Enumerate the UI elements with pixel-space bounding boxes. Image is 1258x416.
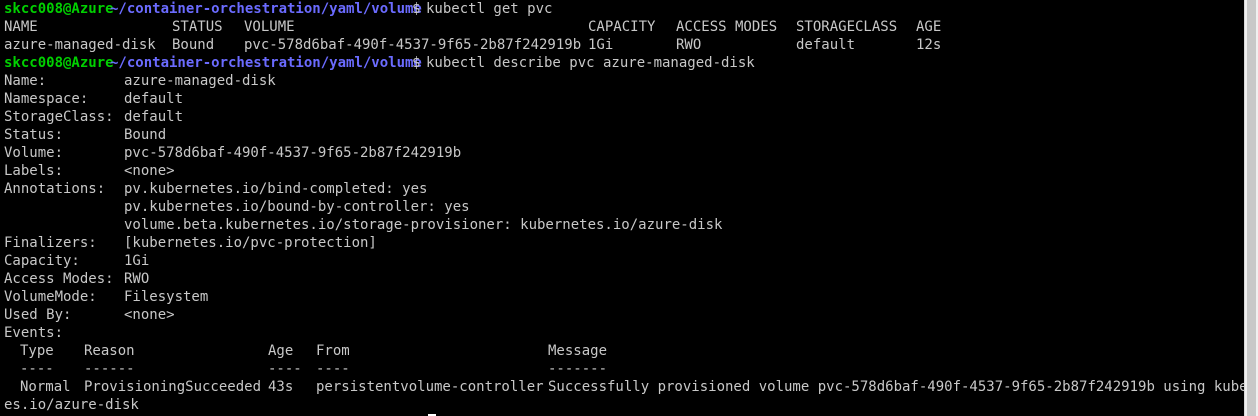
describe-value: <none> [124,163,175,179]
pvc-cell-volume: pvc-578d6baf-490f-4537-9f65-2b87f242919b [244,37,582,53]
pvc-header-name: NAME [4,19,38,35]
pvc-cell-access-modes: RWO [676,37,702,53]
events-underline-from: ---- [316,361,350,377]
pvc-header-capacity: CAPACITY [588,19,656,35]
describe-key: Name: [4,73,47,89]
terminal-window[interactable]: skcc008@Azure ~/container-orchestration/y… [0,0,1244,416]
scrollbar-thumb[interactable] [1247,0,1256,416]
describe-key: Namespace: [4,91,89,107]
describe-key: Used By: [4,307,72,323]
events-cell-type: Normal [20,379,71,395]
events-cell-from: persistentvolume-controller [316,379,544,395]
describe-key: Capacity: [4,253,80,269]
events-underline-age: ---- [268,361,302,377]
events-cell-age: 43s [268,379,294,395]
pvc-cell-name: azure-managed-disk [4,37,156,53]
command-text: kubectl get pvc [426,1,553,17]
describe-value: azure-managed-disk [124,73,276,89]
vertical-scrollbar[interactable] [1244,0,1258,416]
events-header-message: Message [548,343,608,359]
pvc-header-status: STATUS [172,19,223,35]
prompt-host: skcc008@Azure [4,1,114,17]
events-header-from: From [316,343,350,359]
describe-value: <none> [124,307,175,323]
describe-value: 1Gi [124,253,150,269]
pvc-cell-status: Bound [172,37,215,53]
prompt-host: skcc008@Azure [4,55,114,71]
describe-key: Finalizers: [4,235,97,251]
pvc-header-volume: VOLUME [244,19,295,35]
describe-value: Filesystem [124,289,209,305]
prompt-path: ~/container-orchestration/yaml/volume [110,55,422,71]
pvc-cell-capacity: 1Gi [588,37,614,53]
describe-key: Volume: [4,145,64,161]
describe-value: pv.kubernetes.io/bind-completed: yes [124,181,428,197]
pvc-header-storageclass: STORAGECLASS [796,19,898,35]
prompt-sign: $ [412,1,421,17]
pvc-header-access-modes: ACCESS MODES [676,19,778,35]
wrapped-message-text: es.io/azure-disk [4,397,139,413]
describe-value: [kubernetes.io/pvc-protection] [124,235,377,251]
describe-key: Annotations: [4,181,106,197]
describe-value: Bound [124,127,167,143]
events-cell-reason: ProvisioningSucceeded [84,379,262,395]
describe-value: default [124,91,184,107]
pvc-cell-storageclass: default [796,37,856,53]
describe-key: VolumeMode: [4,289,97,305]
events-underline-message: ------- [548,361,608,377]
prompt-sign: $ [412,55,421,71]
events-underline-type: ---- [20,361,54,377]
command-text: kubectl describe pvc azure-managed-disk [426,55,755,71]
describe-key: Status: [4,127,64,143]
pvc-header-age: AGE [916,19,942,35]
events-header-reason: Reason [84,343,135,359]
events-header-age: Age [268,343,294,359]
describe-key: Access Modes: [4,271,114,287]
events-underline-reason: ------ [84,361,135,377]
events-header-type: Type [20,343,54,359]
describe-value: RWO [124,271,150,287]
describe-key: Labels: [4,163,64,179]
prompt-path: ~/container-orchestration/yaml/volume [110,1,422,17]
describe-key: StorageClass: [4,109,114,125]
describe-value: volume.beta.kubernetes.io/storage-provis… [124,217,723,233]
pvc-cell-age: 12s [916,37,942,53]
describe-key: Events: [4,325,64,341]
events-cell-message: Successfully provisioned volume pvc-578d… [548,379,1244,395]
describe-value: pv.kubernetes.io/bound-by-controller: ye… [124,199,470,215]
describe-value: default [124,109,184,125]
describe-value: pvc-578d6baf-490f-4537-9f65-2b87f242919b [124,145,462,161]
